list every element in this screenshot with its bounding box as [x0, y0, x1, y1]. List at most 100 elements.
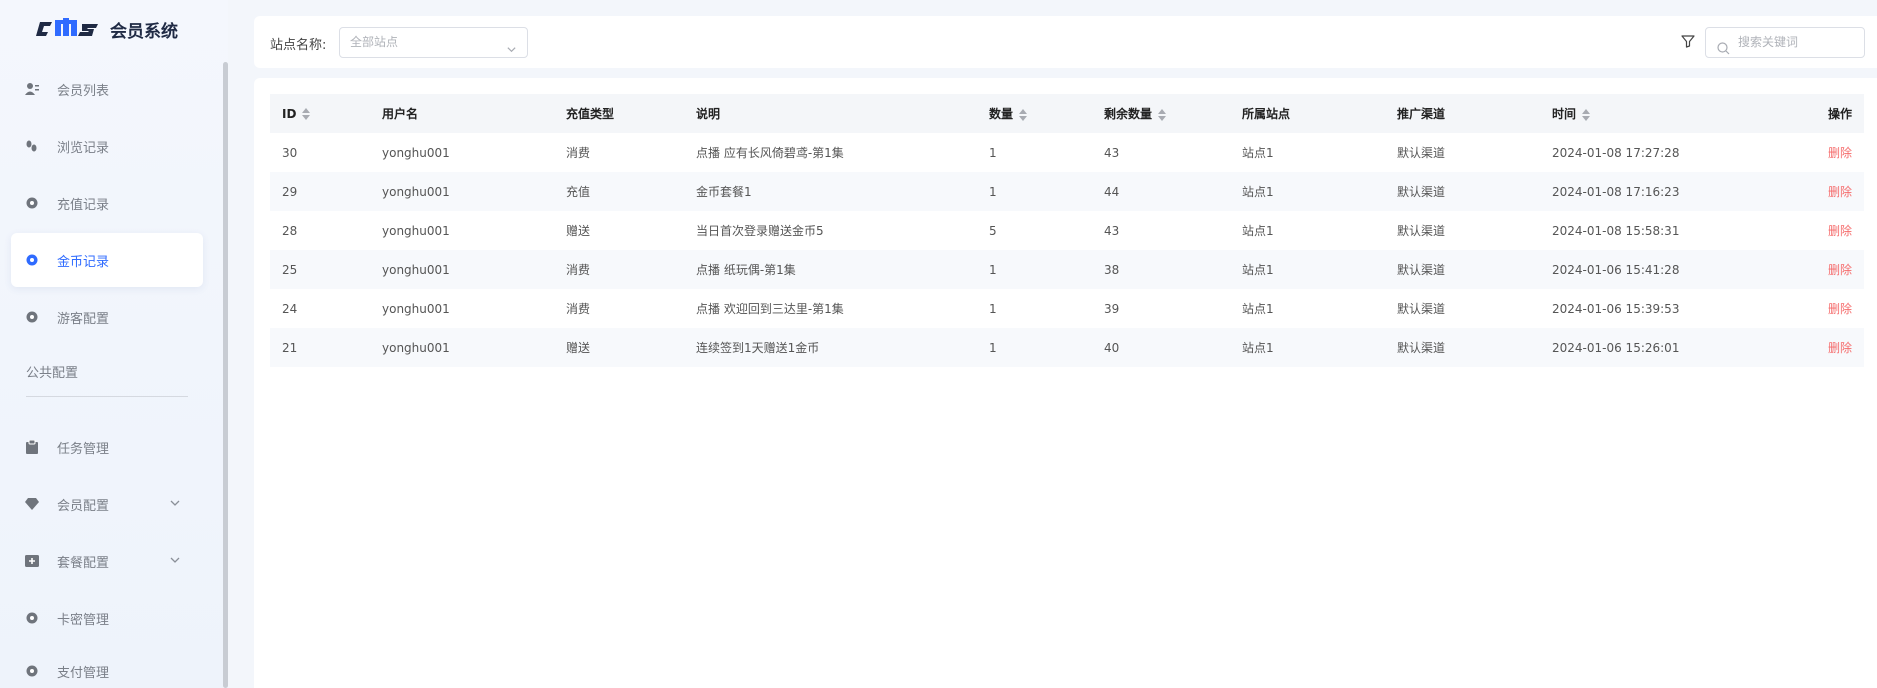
sidebar-item-member-config[interactable]: 会员配置: [11, 477, 203, 531]
cell-description: 点播 纸玩偶-第1集: [696, 263, 796, 277]
app-logo[interactable]: 会员系统: [36, 14, 178, 44]
delete-button[interactable]: 删除: [1828, 185, 1852, 199]
sidebar-item-label: 会员配置: [57, 498, 110, 514]
column-header-channel: 推广渠道: [1397, 107, 1446, 121]
cell-time: 2024-01-06 15:26:01: [1552, 340, 1680, 355]
cell-type: 消费: [566, 302, 591, 316]
circle-dot-icon: [25, 611, 39, 625]
search-placeholder: 搜索关键词: [1738, 35, 1799, 49]
cell-quantity: 1: [989, 184, 997, 199]
column-header-actions: 操作: [1827, 107, 1852, 121]
delete-button[interactable]: 删除: [1828, 341, 1852, 355]
cell-actions: 删除: [1740, 328, 1864, 367]
cell-remaining: 39: [1104, 301, 1120, 316]
cell-site: 站点1: [1242, 263, 1274, 277]
cell-actions: 删除: [1740, 172, 1864, 211]
cell-remaining: 40: [1104, 340, 1120, 355]
cell-channel: 默认渠道: [1397, 224, 1446, 238]
cell-time: 2024-01-08 17:27:28: [1552, 145, 1680, 160]
cell-remaining: 43: [1104, 223, 1120, 238]
user-list-icon: [25, 82, 39, 96]
sidebar-scrollbar[interactable]: [223, 62, 228, 688]
chevron-down-icon: [169, 497, 181, 509]
cell-time: 2024-01-08 15:58:31: [1552, 223, 1680, 238]
cell-site: 站点1: [1242, 146, 1274, 160]
cms-logo-icon: [36, 18, 98, 36]
sort-icon[interactable]: [302, 108, 311, 120]
column-header-id[interactable]: ID: [270, 94, 370, 133]
column-header-remaining[interactable]: 剩余数量: [1092, 94, 1230, 133]
sidebar-item-payment-management[interactable]: 支付管理: [11, 644, 203, 688]
chevron-down-icon: [169, 554, 181, 566]
cell-channel: 默认渠道: [1397, 263, 1446, 277]
sort-icon[interactable]: [1582, 108, 1591, 121]
cell-type: 充值: [566, 185, 591, 199]
content-panel: ID 用户名 充值类型 说明 数量 剩余数量 所属站点 推广渠道 时间 操作 3…: [254, 78, 1877, 688]
sidebar-item-label: 游客配置: [57, 311, 110, 327]
table-row: 28 yonghu001 赠送 当日首次登录赠送金币5 5 43 站点1 默认渠…: [270, 211, 1864, 250]
sidebar-item-guest-config[interactable]: 游客配置: [11, 290, 203, 344]
cell-type: 赠送: [566, 341, 591, 355]
cell-channel: 默认渠道: [1397, 341, 1446, 355]
clipboard-icon: [25, 440, 39, 454]
circle-dot-icon: [25, 310, 39, 324]
sidebar-item-coin-records[interactable]: 金币记录: [11, 233, 203, 287]
sidebar-item-task-management[interactable]: 任务管理: [11, 420, 203, 474]
search-input[interactable]: 搜索关键词: [1705, 27, 1865, 58]
search-icon: [1717, 37, 1730, 55]
package-icon: [25, 554, 39, 568]
filter-icon[interactable]: [1680, 33, 1696, 49]
app-title: 会员系统: [110, 21, 178, 42]
cell-actions: 删除: [1740, 289, 1864, 328]
sidebar-item-recharge-records[interactable]: 充值记录: [11, 176, 203, 230]
cell-id: 30: [282, 145, 298, 160]
sort-icon[interactable]: [1158, 108, 1167, 121]
column-header-username: 用户名: [382, 107, 419, 121]
circle-dot-icon: [25, 664, 39, 678]
column-header-recharge-type: 充值类型: [566, 107, 615, 121]
cell-description: 金币套餐1: [696, 185, 752, 199]
cell-channel: 默认渠道: [1397, 146, 1446, 160]
section-label-public-config: 公共配置: [26, 366, 79, 381]
column-header-quantity[interactable]: 数量: [977, 94, 1092, 133]
cell-actions: 删除: [1740, 133, 1864, 172]
cell-site: 站点1: [1242, 185, 1274, 199]
cell-username: yonghu001: [382, 145, 450, 160]
sidebar-item-label: 支付管理: [57, 665, 110, 681]
delete-button[interactable]: 删除: [1828, 302, 1852, 316]
cell-channel: 默认渠道: [1397, 185, 1446, 199]
column-header-site: 所属站点: [1242, 107, 1291, 121]
circle-dot-icon: [25, 253, 39, 267]
sidebar-item-browse-history[interactable]: 浏览记录: [11, 119, 203, 173]
sidebar-item-label: 金币记录: [57, 254, 110, 270]
delete-button[interactable]: 删除: [1828, 224, 1852, 238]
cell-description: 当日首次登录赠送金币5: [696, 224, 824, 238]
sidebar-item-member-list[interactable]: 会员列表: [11, 62, 203, 116]
table-row: 29 yonghu001 充值 金币套餐1 1 44 站点1 默认渠道 2024…: [270, 172, 1864, 211]
cell-quantity: 1: [989, 145, 997, 160]
sidebar-item-package-config[interactable]: 套餐配置: [11, 534, 203, 588]
column-header-description: 说明: [696, 107, 721, 121]
cell-id: 24: [282, 301, 298, 316]
cell-description: 连续签到1天赠送1金币: [696, 341, 820, 355]
sidebar-item-card-key-management[interactable]: 卡密管理: [11, 591, 203, 645]
cell-time: 2024-01-06 15:41:28: [1552, 262, 1680, 277]
cell-description: 点播 欢迎回到三达里-第1集: [696, 302, 844, 316]
table-row: 24 yonghu001 消费 点播 欢迎回到三达里-第1集 1 39 站点1 …: [270, 289, 1864, 328]
sidebar-item-label: 套餐配置: [57, 555, 110, 571]
cell-id: 21: [282, 340, 298, 355]
delete-button[interactable]: 删除: [1828, 146, 1852, 160]
filter-bar: 站点名称: 全部站点 搜索关键词: [254, 16, 1877, 68]
circle-dot-icon: [25, 196, 39, 210]
chevron-down-icon: [506, 37, 517, 53]
delete-button[interactable]: 删除: [1828, 263, 1852, 277]
cell-remaining: 44: [1104, 184, 1120, 199]
site-select[interactable]: 全部站点: [339, 27, 528, 58]
column-header-time[interactable]: 时间: [1540, 94, 1740, 133]
sort-icon[interactable]: [1019, 108, 1028, 121]
sidebar: 会员系统 会员列表 浏览记录 充值记录 金币记录 游客配置 公共配置 任务管理 …: [0, 0, 228, 688]
cell-site: 站点1: [1242, 224, 1274, 238]
section-divider: [26, 396, 188, 397]
cell-username: yonghu001: [382, 184, 450, 199]
footprint-icon: [25, 139, 39, 153]
